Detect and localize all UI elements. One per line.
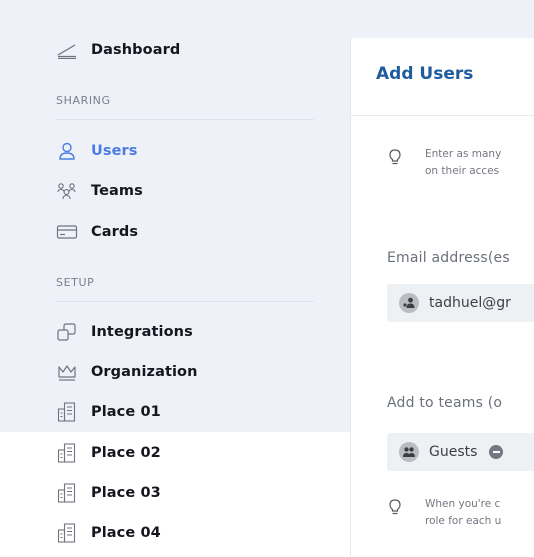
sidebar-item-label: Integrations <box>91 324 193 340</box>
lightbulb-icon <box>387 148 403 166</box>
crown-icon <box>56 361 78 383</box>
sidebar-item-users[interactable]: Users <box>56 139 138 163</box>
sidebar-item-label: Organization <box>91 364 198 380</box>
sidebar: Dashboard SHARING Users Teams Cards SETU… <box>0 0 335 557</box>
sidebar-item-label: Dashboard <box>91 42 181 58</box>
sidebar-item-place-04[interactable]: Place 04 <box>56 521 161 545</box>
section-divider <box>56 119 314 120</box>
card-icon <box>56 221 78 243</box>
add-users-panel: Add Users Enter as many on their acces E… <box>350 38 534 557</box>
chart-line-icon <box>56 39 78 61</box>
sidebar-item-integrations[interactable]: Integrations <box>56 320 193 344</box>
team-avatar-icon <box>399 442 419 462</box>
building-icon <box>56 442 78 464</box>
sidebar-item-place-01[interactable]: Place 01 <box>56 400 161 424</box>
hint-top: Enter as many on their acces <box>387 146 501 180</box>
user-icon <box>56 140 78 162</box>
email-value: tadhuel@gr <box>429 295 511 311</box>
sidebar-item-dashboard[interactable]: Dashboard <box>56 38 180 62</box>
sidebar-item-label: Teams <box>91 183 143 199</box>
team-chip-label: Guests <box>429 444 478 460</box>
team-icon <box>56 180 78 202</box>
sidebar-item-cards[interactable]: Cards <box>56 220 138 244</box>
teams-label: Add to teams (o <box>387 395 503 411</box>
building-icon <box>56 522 78 544</box>
sidebar-item-label: Place 01 <box>91 404 161 420</box>
sidebar-item-label: Place 02 <box>91 445 161 461</box>
sidebar-item-label: Place 03 <box>91 485 161 501</box>
sidebar-item-teams[interactable]: Teams <box>56 179 143 203</box>
building-icon <box>56 482 78 504</box>
panel-header: Add Users <box>351 38 534 116</box>
hint-bottom: When you're c role for each u <box>387 496 501 530</box>
page-title: Add Users <box>376 64 474 84</box>
user-avatar-icon <box>399 293 419 313</box>
email-label: Email address(es <box>387 250 510 266</box>
hint-line: on their acces <box>425 165 500 177</box>
remove-chip-icon[interactable] <box>489 445 504 459</box>
teams-input[interactable]: Guests <box>387 433 534 471</box>
building-icon <box>56 401 78 423</box>
integrations-icon <box>56 321 78 343</box>
sidebar-item-place-03[interactable]: Place 03 <box>56 481 161 505</box>
sidebar-item-label: Place 04 <box>91 525 161 541</box>
sidebar-item-place-02[interactable]: Place 02 <box>56 441 161 465</box>
hint-line: Enter as many <box>425 148 502 160</box>
sidebar-item-organization[interactable]: Organization <box>56 360 198 384</box>
sidebar-item-label: Cards <box>91 224 139 240</box>
section-title-sharing: SHARING <box>56 94 111 107</box>
section-title-setup: SETUP <box>56 276 95 289</box>
sidebar-item-label: Users <box>91 143 138 159</box>
hint-line: When you're c <box>425 498 501 510</box>
email-input[interactable]: tadhuel@gr <box>387 284 534 322</box>
lightbulb-icon <box>387 498 403 516</box>
hint-line: role for each u <box>425 515 502 527</box>
section-divider <box>56 301 314 302</box>
